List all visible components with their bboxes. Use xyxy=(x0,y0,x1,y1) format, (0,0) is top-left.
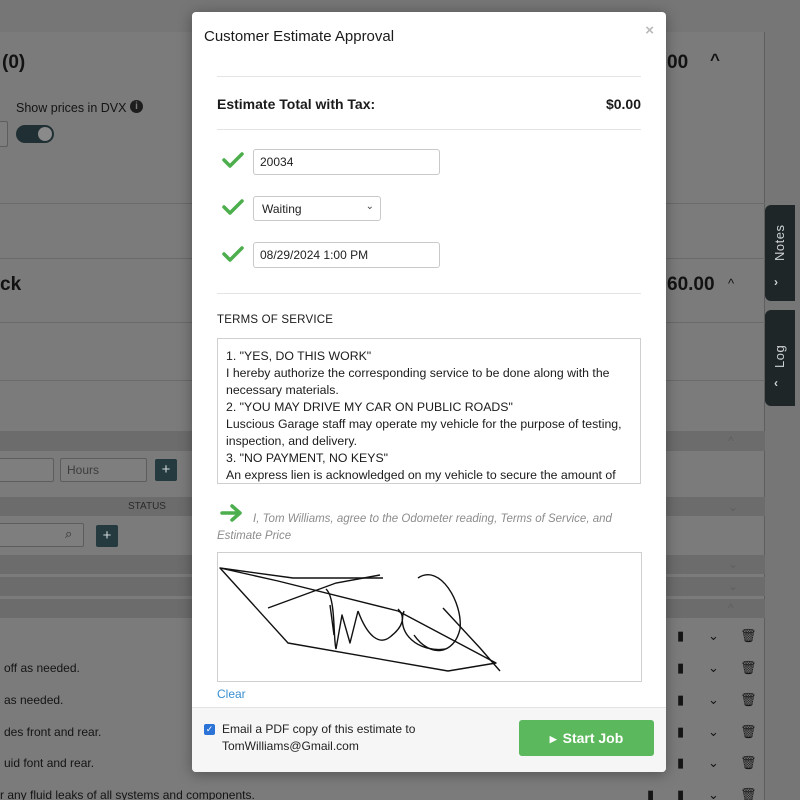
terms-line: 2. "YOU MAY DRIVE MY CAR ON PUBLIC ROADS… xyxy=(226,400,513,414)
show-prices-toggle[interactable] xyxy=(16,125,54,143)
bg-header-amount: 00 xyxy=(667,52,689,73)
trash-icon[interactable]: 🗑 xyxy=(740,692,757,708)
log-tab-label: Log xyxy=(772,344,787,368)
terms-of-service-box[interactable]: 1. "YES, DO THIS WORK" I hereby authoriz… xyxy=(217,338,641,484)
start-job-button[interactable]: ▶ Start Job xyxy=(519,720,654,756)
play-icon: ▶ xyxy=(549,734,557,744)
terms-line: 3. "NO PAYMENT, NO KEYS" xyxy=(226,451,389,465)
terms-title: TERMS OF SERVICE xyxy=(217,314,334,326)
add-item-button[interactable]: + xyxy=(96,525,118,547)
terms-line: An express lien is acknowledged on my ve… xyxy=(226,468,616,482)
chevron-down-icon[interactable]: ⌄ xyxy=(708,660,719,676)
trash-icon[interactable]: 🗑 xyxy=(740,787,757,800)
email-pdf-checkbox[interactable]: ✓ xyxy=(204,724,215,735)
chevron-down-icon[interactable]: ⌄ xyxy=(708,628,719,644)
check-icon xyxy=(222,152,244,168)
row-actions: ▮ ⌄ 🗑 xyxy=(674,628,764,644)
signature-pad[interactable] xyxy=(217,552,642,682)
chevron-down-icon[interactable]: ⌄ xyxy=(708,755,719,771)
estimate-approval-modal: Customer Estimate Approval × Estimate To… xyxy=(192,12,666,772)
info-icon[interactable]: i xyxy=(130,100,143,113)
row-actions: ▮ ⌄ 🗑 xyxy=(674,660,764,676)
estimate-total-value: $0.00 xyxy=(605,96,641,112)
row-actions: ▮ ⌄ 🗑 xyxy=(674,724,764,740)
row-actions: ▮ ⌄ 🗑 xyxy=(674,692,764,708)
document-icon[interactable]: ▮ xyxy=(677,692,684,708)
bg-row-text: as needed. xyxy=(4,693,64,707)
status-column-header: STATUS xyxy=(128,501,166,512)
bg-partial-input[interactable] xyxy=(0,121,8,147)
add-hours-button[interactable]: + xyxy=(155,459,177,481)
trash-icon[interactable]: 🗑 xyxy=(740,660,757,676)
bg-input-partial[interactable] xyxy=(0,458,54,482)
bg-row-text: off as needed. xyxy=(4,661,80,675)
bg-row-text: r any fluid leaks of all systems and com… xyxy=(0,788,255,800)
modal-title: Customer Estimate Approval xyxy=(204,28,395,45)
chevron-left-icon: ‹ xyxy=(774,376,778,390)
row-actions: ▮ ⌄ 🗑 xyxy=(674,755,764,771)
start-job-label: Start Job xyxy=(562,730,624,746)
trash-icon[interactable]: 🗑 xyxy=(740,628,757,644)
modal-footer: ✓ Email a PDF copy of this estimate to T… xyxy=(192,707,666,772)
bg-band-3-chevron-icon[interactable]: ⌄ xyxy=(728,579,738,593)
bg-band-4-chevron-icon[interactable]: ^ xyxy=(728,601,734,615)
document-icon[interactable]: ▮ xyxy=(677,787,684,800)
trash-icon[interactable]: 🗑 xyxy=(740,755,757,771)
hours-input[interactable]: Hours xyxy=(60,458,147,482)
divider xyxy=(217,293,641,294)
chevron-down-icon[interactable]: ⌄ xyxy=(708,692,719,708)
terms-line: 1. "YES, DO THIS WORK" xyxy=(226,349,372,363)
document-icon[interactable]: ▮ xyxy=(677,628,684,644)
datetime-input[interactable] xyxy=(253,242,440,268)
agreement-text: I, Tom Williams, agree to the Odometer r… xyxy=(217,513,612,542)
email-address: TomWilliams@Gmail.com xyxy=(222,739,359,753)
row-actions: ▮ ▮ ⌄ 🗑 xyxy=(647,787,764,800)
status-select-value: Waiting xyxy=(262,202,302,216)
document-icon[interactable]: ▮ xyxy=(677,755,684,771)
bg-row-text: des front and rear. xyxy=(4,725,102,739)
search-icon: ⌕ xyxy=(65,526,73,541)
chevron-down-icon: ⌄ xyxy=(365,201,374,212)
odometer-input[interactable] xyxy=(253,149,440,175)
bg-section-amount: 60.00 xyxy=(667,274,715,295)
bg-section-collapse-icon[interactable]: ^ xyxy=(728,276,734,291)
notes-tab-label: Notes xyxy=(772,224,787,261)
document-icon[interactable]: ▮ xyxy=(677,724,684,740)
notes-tab[interactable]: Notes › xyxy=(765,205,795,301)
bg-band-chevron-icon[interactable]: ^ xyxy=(728,434,734,448)
chevron-right-icon: › xyxy=(774,275,778,289)
chevron-down-icon[interactable]: ⌄ xyxy=(708,724,719,740)
check-icon xyxy=(222,246,244,262)
chevron-down-icon[interactable]: ⌄ xyxy=(708,787,719,800)
check-icon xyxy=(222,199,244,215)
close-icon[interactable]: × xyxy=(645,22,654,39)
divider xyxy=(217,129,641,130)
terms-line: Luscious Garage staff may operate my veh… xyxy=(226,417,622,448)
document-icon[interactable]: ▮ xyxy=(677,660,684,676)
trash-icon[interactable]: 🗑 xyxy=(740,724,757,740)
bg-row-text: uid font and rear. xyxy=(4,756,95,770)
email-pdf-label: Email a PDF copy of this estimate to Tom… xyxy=(222,721,442,755)
bg-section-title: ck xyxy=(0,274,22,295)
estimate-total-label: Estimate Total with Tax: xyxy=(217,96,376,112)
flag-icon[interactable]: ▮ xyxy=(647,787,654,800)
email-pdf-text: Email a PDF copy of this estimate to xyxy=(222,722,416,736)
divider xyxy=(217,76,641,77)
signature-drawing xyxy=(219,567,501,672)
status-select[interactable]: Waiting ⌄ xyxy=(253,196,381,221)
log-tab[interactable]: Log ‹ xyxy=(765,310,795,406)
terms-line: I hereby authorize the corresponding ser… xyxy=(226,366,610,397)
clear-signature-link[interactable]: Clear xyxy=(217,687,246,701)
bg-band-2-chevron-icon[interactable]: ⌄ xyxy=(728,557,738,571)
bg-table-chevron-icon[interactable]: ⌄ xyxy=(728,500,738,514)
bg-header-count: (0) xyxy=(2,52,26,73)
bg-collapse-up-icon[interactable]: ^ xyxy=(710,50,720,70)
show-prices-label: Show prices in DVX xyxy=(16,101,127,115)
